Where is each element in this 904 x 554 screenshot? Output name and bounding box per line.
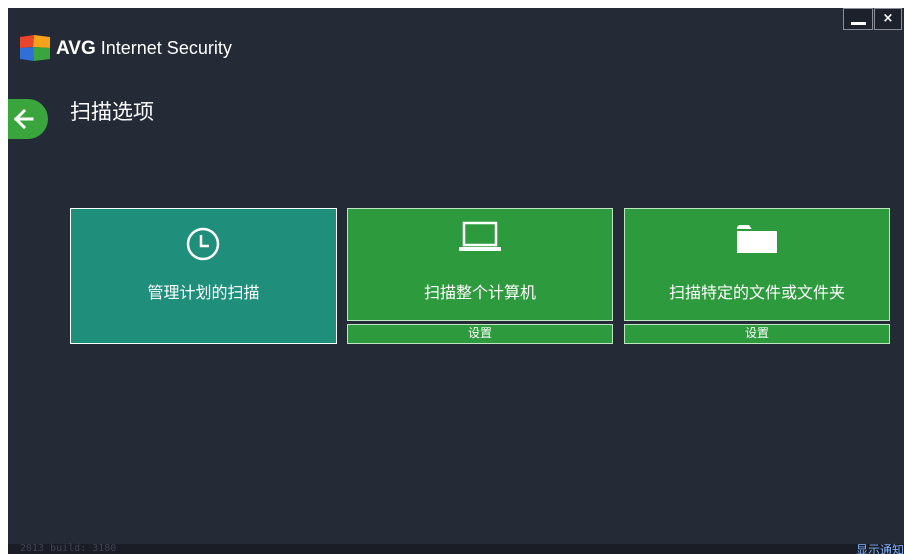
laptop-icon: [459, 221, 501, 251]
status-bar: 2013 build: 3180 显示通知: [8, 544, 904, 554]
close-button[interactable]: ×: [874, 8, 902, 30]
app-product-name: Internet Security: [100, 38, 232, 58]
manage-scheduled-scans-tile[interactable]: 管理计划的扫描: [70, 208, 337, 344]
minimize-icon: [851, 22, 866, 25]
scan-specific-files-settings-button[interactable]: 设置: [624, 324, 890, 344]
avg-logo-icon: [20, 35, 50, 61]
tile-label: 扫描整个计算机: [423, 283, 536, 302]
scan-specific-files-tile[interactable]: 扫描特定的文件或文件夹: [624, 208, 890, 321]
version-label: 2013 build: 3180: [20, 543, 117, 554]
clock-icon: [186, 227, 220, 261]
tile-label: 管理计划的扫描: [147, 283, 260, 302]
minimize-button[interactable]: [843, 8, 873, 30]
app-brand: AVG: [56, 38, 96, 59]
scan-whole-computer-settings-button[interactable]: 设置: [347, 324, 613, 344]
arrow-left-icon: [13, 108, 34, 130]
tile-label: 扫描特定的文件或文件夹: [668, 283, 845, 302]
folder-icon: [737, 225, 777, 253]
scan-whole-computer-tile[interactable]: 扫描整个计算机: [347, 208, 613, 321]
back-button[interactable]: [8, 99, 48, 139]
close-icon: ×: [882, 11, 894, 26]
avg-main-window: AVG Internet Security × 扫描选项 管理计划的扫描 扫描整个…: [8, 8, 904, 554]
app-title: AVG Internet Security: [56, 36, 232, 61]
page-title: 扫描选项: [70, 100, 154, 124]
show-notifications-link[interactable]: 显示通知: [856, 544, 904, 554]
title-bar: AVG Internet Security ×: [8, 8, 904, 68]
